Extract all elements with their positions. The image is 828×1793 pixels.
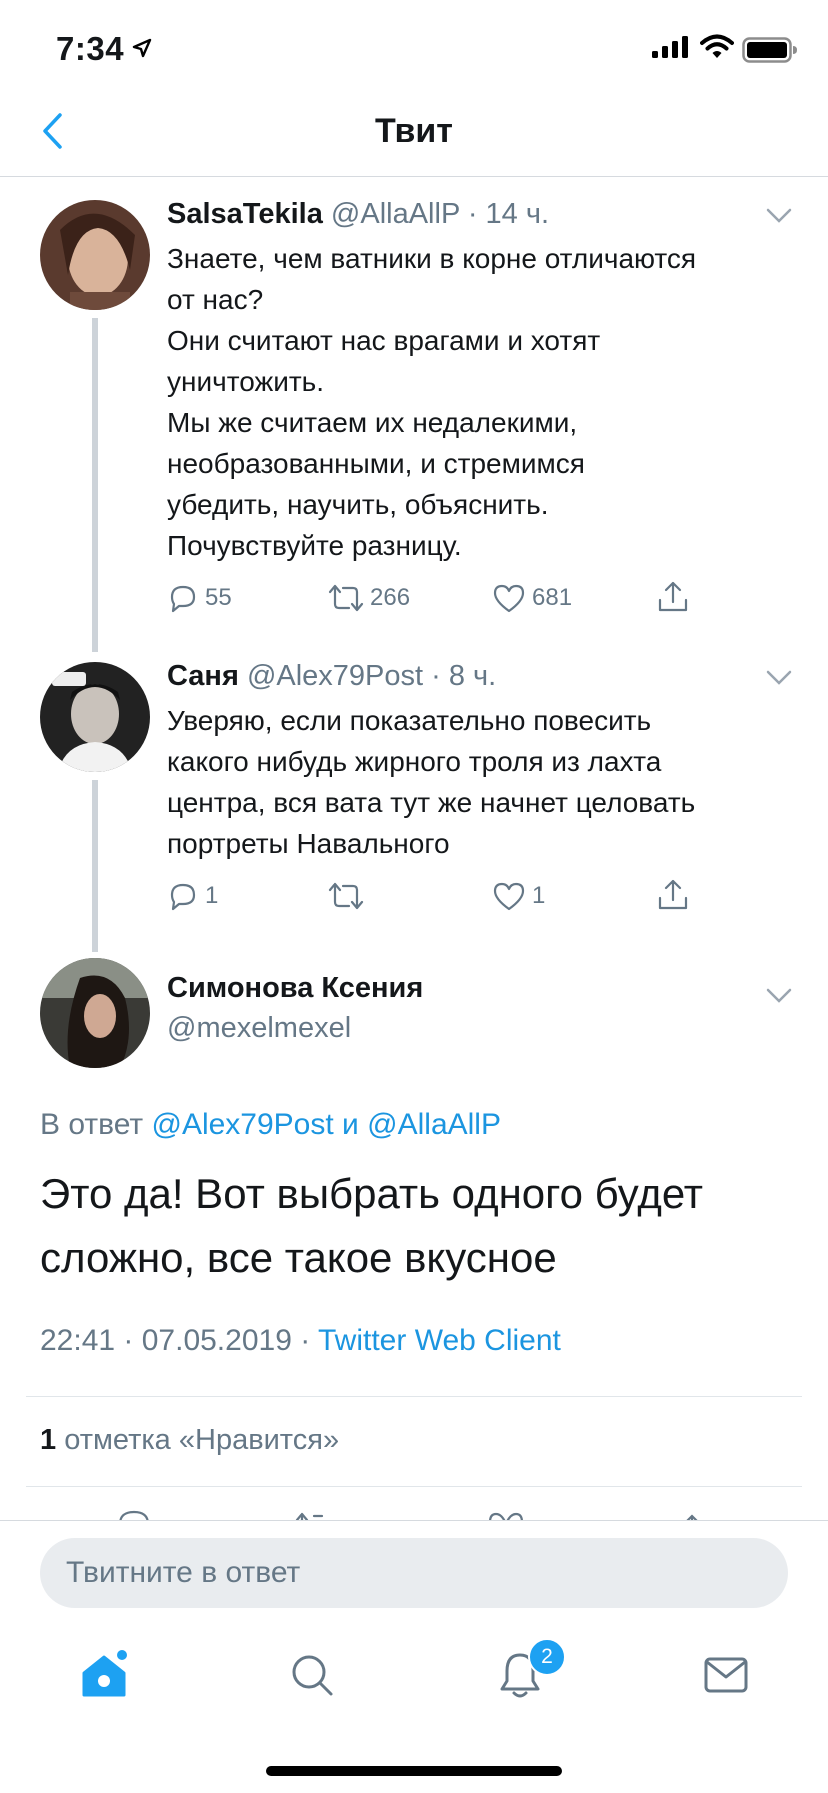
retweet-button[interactable]: 266 <box>328 582 410 614</box>
avatar-image <box>40 200 150 310</box>
tweet-line: центра, вся вата тут же начнет целовать <box>167 787 696 818</box>
reply-icon <box>170 883 196 911</box>
location-arrow-icon <box>132 38 152 58</box>
client-link[interactable]: Twitter Web Client <box>318 1324 561 1357</box>
user-name[interactable]: Саня <box>167 660 239 692</box>
tweet-line: какого нибудь жирного троля из лахта <box>167 746 662 777</box>
avatar-image <box>40 958 150 1068</box>
reply-and: и <box>342 1108 359 1141</box>
divider <box>26 1486 802 1487</box>
user-handle[interactable]: @Alex79Post <box>247 660 423 692</box>
user-name[interactable]: Симонова Ксения <box>167 972 423 1004</box>
retweet-button[interactable] <box>328 880 370 912</box>
thread-line <box>92 780 98 952</box>
reply-button[interactable]: 55 <box>167 582 232 614</box>
reply-mention-link[interactable]: @AllaAllP <box>367 1108 501 1141</box>
notifications-badge: 2 <box>528 1638 566 1676</box>
user-handle[interactable]: @mexelmexel <box>167 1012 351 1045</box>
header-divider <box>0 176 828 177</box>
tweet-line: Уверяю, если показательно повесить <box>167 705 652 736</box>
tweet-body: Знаете, чем ватники в корне отличаются о… <box>167 238 807 566</box>
page-title: Твит <box>375 112 453 150</box>
like-total: 1 <box>40 1424 57 1456</box>
like-count: 1 <box>532 882 546 909</box>
tweet-body: Уверяю, если показательно повесить каког… <box>167 700 807 864</box>
thread-line <box>92 318 98 652</box>
tweet-line: Знаете, чем ватники в корне отличаются <box>167 243 697 274</box>
tweet-line: Мы же считаем их недалекими, <box>167 407 578 438</box>
main-tweet-text: Это да! Вот выбрать одного будет сложно,… <box>40 1162 800 1290</box>
battery-icon <box>742 37 797 63</box>
retweet-icon <box>328 882 364 910</box>
tweet-line: убедить, научить, объяснить. <box>167 489 549 520</box>
like-button[interactable]: 1 <box>492 880 545 912</box>
like-count: 681 <box>532 584 573 611</box>
tab-messages[interactable] <box>686 1640 766 1710</box>
chevron-down-icon[interactable] <box>766 988 792 1004</box>
status-time: 7:34 <box>56 30 125 67</box>
tweet-line: портреты Навального <box>167 828 450 859</box>
tweet-time: · 14 ч. <box>467 198 550 230</box>
tweet-line: уничтожить. <box>167 366 325 397</box>
share-icon <box>658 879 688 910</box>
user-name[interactable]: SalsaTekila <box>167 198 323 230</box>
reply-input[interactable]: Твитните в ответ <box>40 1538 788 1608</box>
reply-prefix: В ответ <box>40 1108 144 1141</box>
like-label: отметка «Нравится» <box>64 1424 340 1456</box>
divider <box>26 1396 802 1397</box>
chevron-down-icon[interactable] <box>766 670 792 686</box>
reply-placeholder: Твитните в ответ <box>66 1556 301 1589</box>
mail-icon <box>704 1657 748 1693</box>
tab-home[interactable] <box>64 1640 144 1710</box>
retweet-icon <box>328 584 364 612</box>
cellular-signal-icon <box>652 36 688 58</box>
wifi-icon <box>700 34 734 58</box>
tweet-meta: 22:41 · 07.05.2019 · Twitter Web Client <box>40 1324 561 1358</box>
avatar[interactable] <box>40 958 150 1068</box>
main-tweet-line: сложно, все такое вкусное <box>40 1234 557 1281</box>
reply-icon <box>170 585 196 613</box>
search-icon <box>292 1655 333 1696</box>
tweet-time: · 8 ч. <box>431 660 497 692</box>
share-button[interactable] <box>656 878 690 912</box>
likes-summary[interactable]: 1 отметка «Нравится» <box>40 1424 339 1457</box>
tweet-line: Почувствуйте разницу. <box>167 530 462 561</box>
heart-icon <box>493 882 525 911</box>
tweet-line: необразованными, и стремимся <box>167 448 585 479</box>
reply-count: 55 <box>205 584 232 611</box>
reply-to-line: В ответ @Alex79Post и @AllaAllP <box>40 1108 501 1142</box>
share-button[interactable] <box>656 580 690 614</box>
main-tweet-name[interactable]: Симонова Ксения <box>167 972 423 1005</box>
home-indicator <box>266 1766 562 1776</box>
heart-icon <box>493 584 525 613</box>
tab-search[interactable] <box>272 1640 352 1710</box>
reply-mention-link[interactable]: @Alex79Post <box>151 1108 333 1141</box>
main-tweet-line: Это да! Вот выбрать одного будет <box>40 1170 704 1217</box>
chevron-down-icon[interactable] <box>766 208 792 224</box>
home-icon <box>82 1650 127 1697</box>
reply-button[interactable]: 1 <box>167 880 218 912</box>
user-handle[interactable]: @AllaAllP <box>331 198 460 230</box>
avatar-image <box>40 662 150 772</box>
avatar[interactable] <box>40 662 150 772</box>
retweet-count: 266 <box>370 584 411 611</box>
avatar[interactable] <box>40 200 150 310</box>
like-button[interactable]: 681 <box>492 582 572 614</box>
tweet-header: Саня @Alex79Post · 8 ч. <box>167 660 496 693</box>
tweet-line: Они считают нас врагами и хотят <box>167 325 601 356</box>
reply-count: 1 <box>205 882 219 909</box>
share-icon <box>658 581 688 612</box>
tweet-line: от нас? <box>167 284 264 315</box>
tweet-timestamp: 22:41 · 07.05.2019 · <box>40 1324 311 1357</box>
tweet-header: SalsaTekila @AllaAllP · 14 ч. <box>167 198 549 231</box>
